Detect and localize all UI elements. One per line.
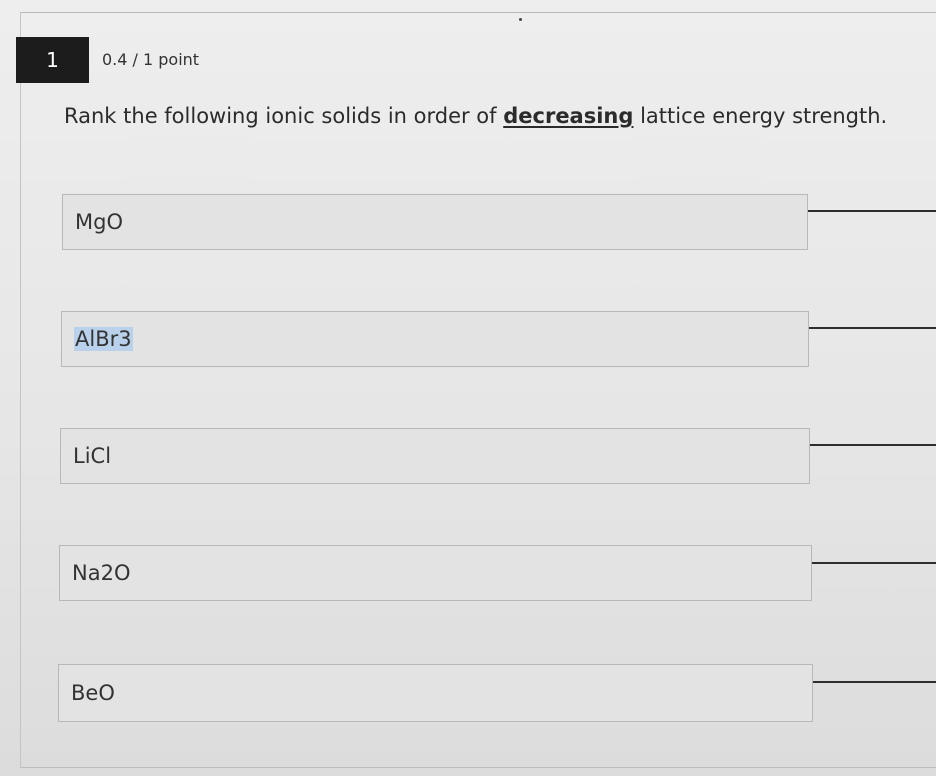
rank-item-albr3[interactable]: AlBr3: [61, 311, 809, 367]
top-divider: [20, 12, 936, 13]
rank-slot-line: [813, 681, 936, 683]
question-prompt: Rank the following ionic solids in order…: [64, 104, 887, 128]
rank-item-label: Na2O: [72, 561, 131, 585]
rank-item-mgo[interactable]: MgO: [62, 194, 808, 250]
prompt-text-start: Rank the following ionic solids in order…: [64, 104, 504, 128]
stray-dot: [519, 18, 522, 21]
rank-slot-line: [809, 327, 936, 329]
question-number-badge: 1: [16, 37, 89, 83]
question-number: 1: [46, 48, 59, 72]
rank-item-beo[interactable]: BeO: [58, 664, 813, 722]
prompt-emphasis: decreasing: [503, 104, 634, 128]
rank-slot-line: [812, 562, 936, 564]
rank-slot-line: [810, 444, 936, 446]
left-divider: [20, 12, 21, 768]
rank-item-label: AlBr3: [74, 327, 133, 351]
rank-item-label: LiCl: [73, 444, 112, 468]
rank-item-label: BeO: [71, 681, 115, 705]
rank-item-na2o[interactable]: Na2O: [59, 545, 812, 601]
bottom-divider: [20, 767, 936, 768]
rank-slot-line: [808, 210, 936, 212]
prompt-text-end: lattice energy strength.: [633, 104, 888, 128]
rank-item-label: MgO: [75, 210, 123, 234]
question-points: 0.4 / 1 point: [102, 50, 200, 69]
rank-item-licl[interactable]: LiCl: [60, 428, 810, 484]
